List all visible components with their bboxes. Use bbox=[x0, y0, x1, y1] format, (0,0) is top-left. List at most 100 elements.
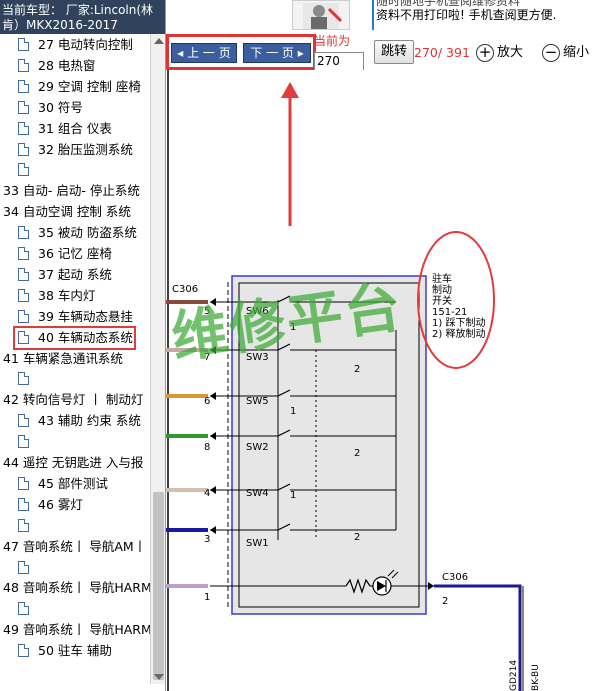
switch-position-label: 1 bbox=[290, 406, 296, 417]
document-icon bbox=[18, 414, 29, 428]
tree-item-label: 30 符号 bbox=[38, 99, 83, 115]
tree-item[interactable]: 40 车辆动态系统 bbox=[13, 325, 136, 350]
switch-label: SW1 bbox=[246, 538, 269, 549]
document-icon bbox=[18, 288, 29, 302]
tree-item-label: 40 车辆动态系统 bbox=[38, 329, 133, 345]
tree-item-label: 29 空调 控制 座椅 bbox=[38, 78, 141, 94]
tree-empty-item[interactable] bbox=[16, 600, 32, 618]
tree-item-label: 43 辅助 约束 系统 bbox=[38, 413, 141, 429]
document-icon bbox=[18, 476, 29, 490]
tree-item[interactable]: 35 被动 防盗系统 bbox=[16, 224, 137, 242]
next-page-button[interactable]: 下 一 页 ▸ bbox=[243, 43, 311, 63]
tree-item[interactable]: 27 电动转向控制 bbox=[16, 36, 133, 54]
tree-item-label: 28 电热窗 bbox=[38, 57, 96, 73]
zoom-out-icon: − bbox=[542, 43, 560, 62]
document-icon bbox=[18, 497, 29, 511]
tree-item-label: 42 转向信号灯 丨 制动灯 bbox=[3, 392, 144, 408]
wiring-diagram[interactable]: 5 7 6 8 4 3 1 SW6 SW3 SW5 SW2 SW4 SW1 1 2 1 2 1 2 C306 C306 2… bbox=[166, 70, 600, 691]
tree-group-item[interactable]: 48 音响系统丨 导航HARM bbox=[3, 579, 150, 597]
tree-item[interactable]: 50 驻车 辅助 bbox=[16, 642, 112, 660]
tree-item[interactable]: 38 车内灯 bbox=[16, 287, 95, 305]
tree-empty-item[interactable] bbox=[16, 517, 32, 535]
tree-item[interactable]: 28 电热窗 bbox=[16, 57, 95, 75]
tree-item-label: 48 音响系统丨 导航HARM bbox=[3, 580, 150, 596]
tree-item-label: 44 遥控 无钥匙进 入与报 bbox=[3, 455, 144, 470]
tree-item-label: 49 音响系统丨 导航HARM bbox=[3, 622, 150, 638]
tree-empty-item[interactable] bbox=[16, 370, 32, 388]
switch-position-label: 2 bbox=[354, 364, 360, 375]
next-page-label: 下 一 页 bbox=[250, 46, 294, 60]
pin-label: 4 bbox=[204, 488, 210, 499]
tree-item-label: 34 自动空调 控制 系统 bbox=[3, 204, 131, 220]
tree-group-item[interactable]: 44 遥控 无钥匙进 入与报 bbox=[3, 454, 143, 472]
tree-group-item[interactable]: 33 自动- 启动- 停止系统 bbox=[3, 182, 140, 200]
tree-item-label: 45 部件测试 bbox=[38, 475, 108, 491]
connector-label-bottom: C306 bbox=[442, 572, 468, 583]
tree-empty-item[interactable] bbox=[16, 433, 32, 451]
tree-item-label: 37 起动 系统 bbox=[38, 266, 112, 282]
tree-item-label: 50 驻车 辅助 bbox=[38, 643, 112, 659]
tree-item[interactable]: 39 车辆动态悬挂 bbox=[16, 308, 133, 326]
scroll-down-icon[interactable] bbox=[154, 674, 164, 680]
tree-empty-item[interactable] bbox=[16, 161, 32, 179]
zoom-in-icon: + bbox=[476, 43, 494, 62]
tree-item-label: 27 电动转向控制 bbox=[38, 37, 133, 52]
tree-item-label: 33 自动- 启动- 停止系统 bbox=[3, 183, 140, 199]
zoom-out-button[interactable]: − 缩小 bbox=[542, 42, 589, 66]
callout-line: 开关 bbox=[432, 294, 452, 307]
banner-promo[interactable]: 随时随地手机查阅维修资料 资料不用打印啦! 手机查阅更方便. bbox=[372, 0, 600, 30]
sidebar-scrollbar[interactable] bbox=[150, 34, 165, 684]
tree-group-item[interactable]: 42 转向信号灯 丨 制动灯 bbox=[3, 391, 143, 409]
wire-color-stub bbox=[166, 584, 208, 588]
tree-item[interactable]: 43 辅助 约束 系统 bbox=[16, 412, 141, 430]
pin-label: 8 bbox=[204, 442, 210, 453]
tree-item[interactable]: 45 部件测试 bbox=[16, 475, 108, 493]
document-icon bbox=[18, 435, 29, 449]
tree-item-label: 32 胎压监测系统 bbox=[38, 141, 133, 157]
document-icon bbox=[18, 121, 29, 135]
document-icon bbox=[18, 38, 29, 51]
scroll-thumb[interactable] bbox=[153, 492, 164, 680]
document-icon bbox=[18, 58, 29, 72]
banner-line-2: 资料不用打印啦! 手机查阅更方便. bbox=[376, 8, 557, 22]
tree-item-label: 41 车辆紧急通讯系统 bbox=[3, 350, 123, 366]
zoom-in-label: 放大 bbox=[497, 45, 524, 60]
document-icon bbox=[18, 79, 29, 93]
tree-item[interactable]: 31 组合 仪表 bbox=[16, 120, 112, 138]
tree-item[interactable]: 29 空调 控制 座椅 bbox=[16, 78, 141, 96]
wire-label: BK-BU bbox=[531, 664, 541, 691]
document-icon bbox=[18, 309, 29, 323]
switch-label: SW2 bbox=[246, 442, 269, 453]
pin-label: 6 bbox=[204, 396, 210, 407]
callout-line: 151-21 bbox=[432, 307, 467, 318]
tree-item[interactable]: 46 雾灯 bbox=[16, 496, 83, 514]
tree-group-item[interactable]: 49 音响系统丨 导航HARM bbox=[3, 621, 150, 639]
tree-empty-item[interactable] bbox=[16, 559, 32, 577]
wire-color-stub bbox=[166, 488, 208, 492]
prev-page-button[interactable]: ◂ 上 一 页 bbox=[171, 43, 237, 63]
scroll-up-icon[interactable] bbox=[154, 38, 164, 44]
jump-button[interactable]: 跳转 bbox=[374, 40, 414, 64]
callout-line: 驻车 bbox=[432, 272, 452, 285]
tree-item-label: 46 雾灯 bbox=[38, 496, 83, 512]
callout-ellipse bbox=[417, 231, 495, 369]
switch-label: SW4 bbox=[246, 488, 269, 499]
current-page-label: 当前为 bbox=[314, 34, 351, 48]
tree-group-item[interactable]: 47 音响系统丨 导航AM丨 bbox=[3, 538, 146, 556]
banner-line-1: 随时随地手机查阅维修资料 bbox=[376, 0, 521, 8]
document-icon bbox=[18, 602, 29, 616]
zoom-in-button[interactable]: + 放大 bbox=[476, 42, 523, 66]
document-icon bbox=[18, 330, 29, 344]
tree-item[interactable]: 30 符号 bbox=[16, 99, 83, 117]
callout-line: 2) 释放制动 bbox=[432, 327, 485, 340]
prev-page-label: 上 一 页 bbox=[187, 46, 231, 60]
switch-position-label: 1 bbox=[290, 490, 296, 501]
tree-item-label: 31 组合 仪表 bbox=[38, 120, 112, 136]
page-number-input[interactable]: 270 bbox=[314, 52, 364, 71]
banner-mechanic-icon bbox=[292, 0, 350, 30]
tree-group-item[interactable]: 41 车辆紧急通讯系统 bbox=[3, 350, 123, 368]
tree-item[interactable]: 37 起动 系统 bbox=[16, 266, 112, 284]
tree-group-item[interactable]: 34 自动空调 控制 系统 bbox=[3, 203, 131, 221]
tree-item[interactable]: 36 记忆 座椅 bbox=[16, 245, 112, 263]
tree-item[interactable]: 32 胎压监测系统 bbox=[16, 141, 133, 159]
